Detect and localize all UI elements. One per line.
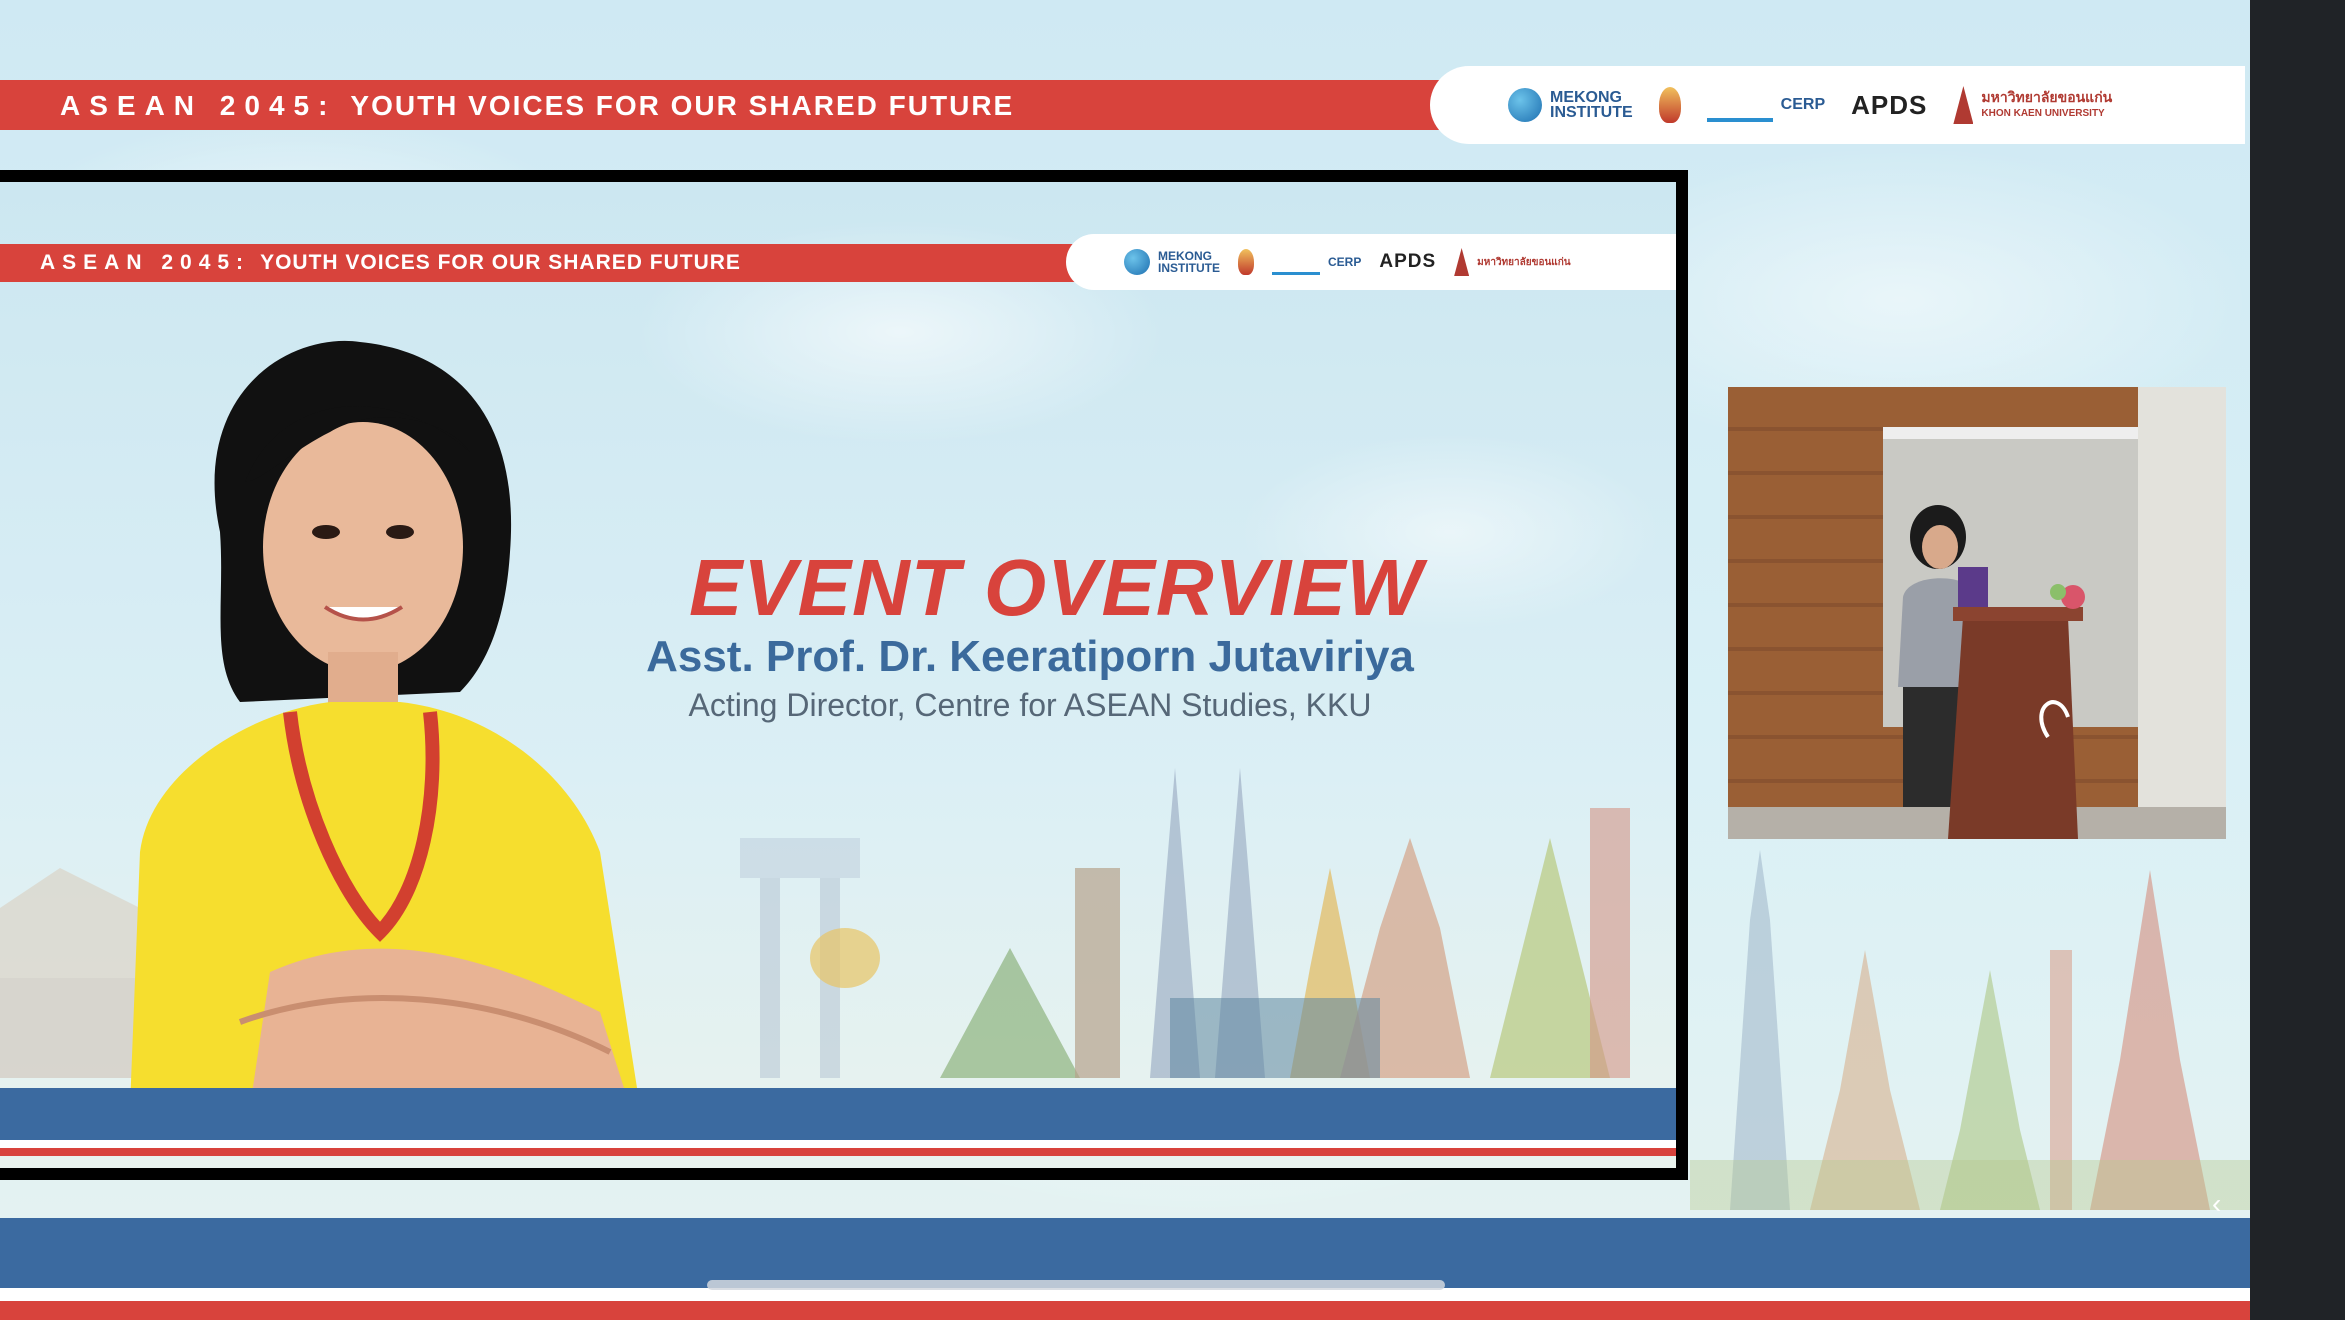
slide-bottom-white-line <box>0 1140 1676 1148</box>
seal-icon <box>1658 87 1681 123</box>
cerp-logo: CERP <box>1706 88 1826 122</box>
slide-kku-logo: มหาวิทยาลัยขอนแก่น <box>1454 248 1571 276</box>
speaker-role: Acting Director, Centre for ASEAN Studie… <box>688 687 1372 723</box>
kku-label-th: มหาวิทยาลัยขอนแก่น <box>1981 88 2113 105</box>
slide-partner-logos: MEKONG INSTITUTE CERP APDS มหาวิทยาลัยขอ… <box>1066 234 1676 290</box>
camera-feed <box>1728 387 2226 839</box>
mekong-institute-logo: MEKONG INSTITUTE <box>1508 88 1633 122</box>
seal-icon <box>1238 249 1254 275</box>
slide-banner-text: ASEAN 2045: YOUTH VOICES FOR OUR SHARED F… <box>40 251 741 275</box>
slide-banner-tagline: YOUTH VOICES FOR OUR SHARED FUTURE <box>260 251 741 274</box>
speaker-camera-tile[interactable] <box>1728 387 2226 839</box>
banner-lead: ASEAN 2045: <box>60 90 337 121</box>
kku-seal-icon <box>1953 86 1974 124</box>
slide-kku-label: มหาวิทยาลัยขอนแก่น <box>1477 256 1571 268</box>
chevron-left-icon[interactable]: ‹ <box>2212 1188 2221 1220</box>
mountain-icon <box>1706 88 1773 122</box>
banner-tagline: YOUTH VOICES FOR OUR SHARED FUTURE <box>350 90 1015 121</box>
slide-bottom-red-line <box>0 1148 1676 1156</box>
apds-logo: APDS <box>1851 89 1928 120</box>
slide-banner: ASEAN 2045: YOUTH VOICES FOR OUR SHARED F… <box>0 244 1085 282</box>
stream-stage: ASEAN 2045: YOUTH VOICES FOR OUR SHARED F… <box>0 0 2250 1320</box>
kku-label-en: KHON KAEN UNIVERSITY <box>1981 107 2105 119</box>
globe-icon <box>1124 249 1150 275</box>
right-side-panel <box>2250 0 2345 1320</box>
banner-text: ASEAN 2045: YOUTH VOICES FOR OUR SHARED F… <box>60 90 1014 122</box>
speaker-name: Asst. Prof. Dr. Keeratiporn Jutaviriya <box>646 632 1414 681</box>
mountain-icon <box>1272 250 1320 275</box>
slide-cerp-label: CERP <box>1328 255 1362 269</box>
shared-screen: ASEAN 2045: YOUTH VOICES FOR OUR SHARED F… <box>0 170 1688 1180</box>
presentation-slide: ASEAN 2045: YOUTH VOICES FOR OUR SHARED F… <box>0 182 1676 1168</box>
background-skyline <box>1690 850 2250 1210</box>
slide-bottom-blue-bar <box>0 1088 1676 1140</box>
horizontal-scrollbar[interactable] <box>707 1280 1445 1290</box>
slide-mekong-label-2: INSTITUTE <box>1158 261 1220 275</box>
top-banner: ASEAN 2045: YOUTH VOICES FOR OUR SHARED F… <box>0 80 1455 130</box>
bottom-red-bar <box>0 1301 2250 1320</box>
partner-logos: MEKONG INSTITUTE CERP APDS มหาวิทยาลัยขอ… <box>1430 66 2245 144</box>
bottom-blue-bar <box>0 1218 2250 1288</box>
slide-apds-logo: APDS <box>1379 251 1437 272</box>
slide-mekong-logo: MEKONG INSTITUTE <box>1124 249 1220 275</box>
cerp-label: CERP <box>1780 96 1826 113</box>
slide-banner-lead: ASEAN 2045: <box>40 251 251 274</box>
slide-title: EVENT OVERVIEW <box>688 543 1424 632</box>
globe-icon <box>1508 88 1542 122</box>
kku-seal-icon <box>1454 248 1470 276</box>
mekong-label-2: INSTITUTE <box>1550 104 1633 121</box>
slide-cerp-logo: CERP <box>1272 250 1361 275</box>
kku-logo: มหาวิทยาลัยขอนแก่น KHON KAEN UNIVERSITY <box>1953 86 2112 124</box>
